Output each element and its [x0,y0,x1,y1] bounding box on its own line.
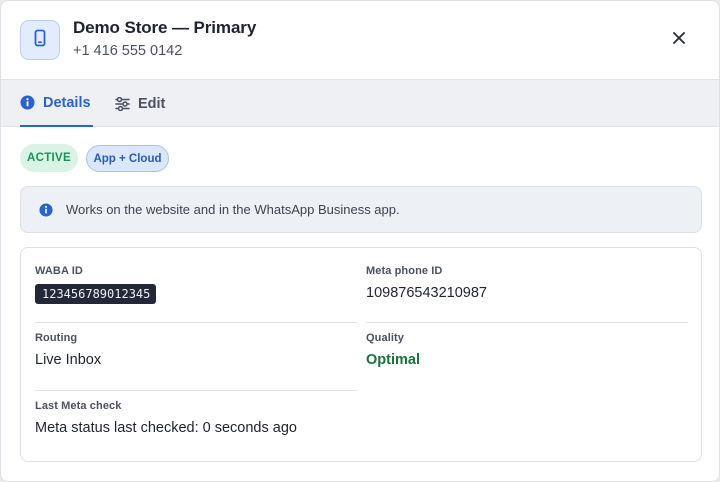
info-banner-text: Works on the website and in the WhatsApp… [66,202,400,217]
quality-label: Quality [366,332,404,344]
tab-edit-label: Edit [138,95,166,112]
quality-field: Quality Optimal [366,332,420,368]
mobile-phone-icon [32,29,48,52]
info-circle-icon [39,203,53,217]
tab-details-label: Details [43,94,91,111]
info-banner: Works on the website and in the WhatsApp… [20,186,702,233]
phone-icon-box [20,20,60,60]
details-card: WABA ID 123456789012345 Meta phone ID 10… [20,247,702,462]
field-divider [35,390,357,391]
last-check-value: Meta status last checked: 0 seconds ago [35,420,297,436]
meta-phone-id-field: Meta phone ID 109876543210987 [366,265,487,301]
phone-number-panel: Demo Store — Primary +1 416 555 0142 Det… [0,0,720,482]
waba-id-label: WABA ID [35,265,83,277]
close-button[interactable] [665,26,693,54]
last-check-field: Last Meta check Meta status last checked… [35,400,297,436]
panel-title: Demo Store — Primary [73,18,257,37]
waba-id-field: WABA ID 123456789012345 [35,265,157,304]
routing-field: Routing Live Inbox [35,332,101,368]
close-icon [672,31,686,50]
meta-phone-id-value: 109876543210987 [366,285,487,301]
tab-edit[interactable]: Edit [115,80,165,127]
tab-bar: Details Edit [1,79,719,127]
last-check-label: Last Meta check [35,400,122,412]
field-divider [366,322,688,323]
panel-header: Demo Store — Primary +1 416 555 0142 [1,1,719,79]
tab-details[interactable]: Details [20,80,93,127]
info-circle-icon [20,95,35,110]
quality-value: Optimal [366,352,420,368]
routing-label: Routing [35,332,78,344]
phone-number-text: +1 416 555 0142 [73,43,183,59]
status-badge: ACTIVE [20,144,78,172]
waba-id-value: 123456789012345 [35,284,157,304]
mode-badge: App + Cloud [86,145,169,172]
meta-phone-id-label: Meta phone ID [366,265,443,277]
routing-value: Live Inbox [35,352,102,368]
field-divider [35,322,357,323]
sliders-icon [115,96,130,111]
